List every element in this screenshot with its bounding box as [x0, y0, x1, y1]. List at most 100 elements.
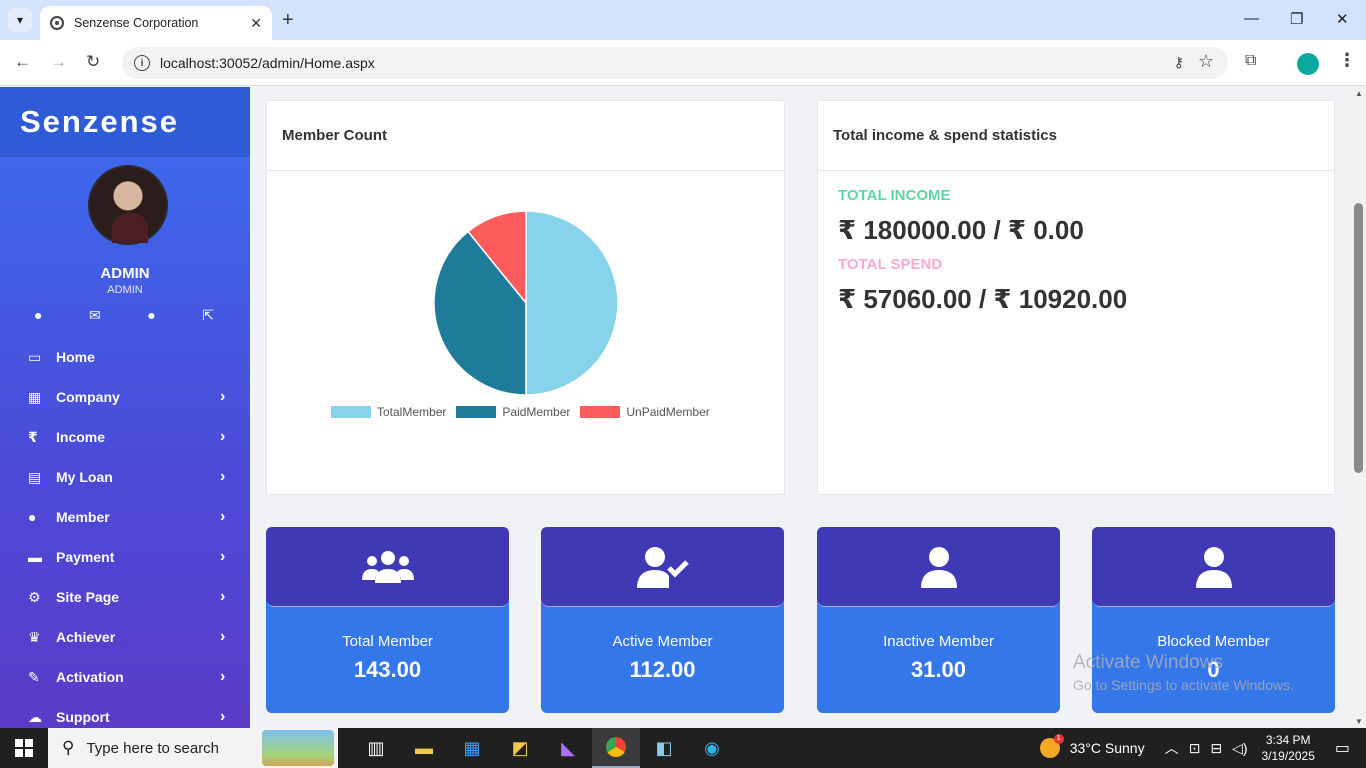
site-info-icon[interactable]: i — [134, 55, 150, 71]
chart-legend: TotalMember PaidMember UnPaidMember — [331, 405, 720, 419]
chevron-up-icon[interactable]: ︿ — [1165, 738, 1179, 758]
sidebar-item-income[interactable]: ₹ Income › — [0, 417, 250, 457]
sidebar-item-support[interactable]: ☁ Support › — [0, 697, 250, 728]
url-text[interactable]: localhost:30052/admin/Home.aspx — [160, 55, 375, 71]
sidebar-item-label: Home — [56, 349, 95, 365]
sidebar-item-company[interactable]: ▦ Company › — [0, 377, 250, 417]
weather-widget[interactable]: 33°C Sunny — [1039, 734, 1145, 758]
sidebar-item-achiever[interactable]: ♛ Achiever › — [0, 617, 250, 657]
restore-icon[interactable]: ❐ — [1290, 10, 1303, 28]
pie-slice-totalmember[interactable] — [525, 210, 619, 396]
stat-value: 143.00 — [353, 657, 422, 682]
stat-icon-area — [1092, 527, 1335, 607]
search-placeholder: Type here to search — [86, 739, 220, 757]
building-icon: ▦ — [28, 388, 42, 405]
notification-icon[interactable]: ▭ — [1335, 738, 1350, 758]
close-tab-icon[interactable]: ✕ — [250, 15, 262, 32]
visual-studio-icon[interactable]: ◣ — [544, 728, 592, 768]
logout-share-icon[interactable]: ⇱ — [202, 307, 214, 324]
user-role: ADMIN — [107, 284, 143, 296]
reload-icon[interactable]: ↻ — [86, 52, 100, 72]
browser-menu-icon[interactable]: ⋮ — [1338, 50, 1356, 71]
crown-icon: ♛ — [28, 628, 41, 645]
minimize-icon[interactable]: — — [1244, 10, 1259, 27]
sidebar-item-label: Support — [56, 709, 110, 725]
weather-text: 33°C Sunny — [1069, 740, 1145, 756]
sidebar: Senzense ADMIN ADMIN ● ✉ ● ⇱ ▭ Home ▦ Comp… — [0, 87, 250, 728]
file-explorer-icon[interactable]: ▬ — [400, 728, 448, 768]
brand-header[interactable]: Senzense — [0, 87, 250, 157]
stat-card-inactive-member[interactable]: Inactive Member 31.00 — [817, 527, 1060, 713]
forward-icon[interactable]: → — [50, 52, 67, 72]
profile-avatar[interactable] — [1297, 53, 1319, 75]
comments-icon: ☁ — [28, 708, 42, 725]
sidebar-item-label: Site Page — [56, 589, 120, 605]
stat-icon-area — [541, 527, 784, 607]
total-income-value: ₹ 180000.00 / ₹ 0.00 — [838, 215, 1084, 245]
rupee-icon: ₹ — [28, 428, 38, 445]
stat-value: 112.00 — [629, 657, 696, 682]
omnibox[interactable]: i localhost:30052/admin/Home.aspx ⚷ ☆ — [122, 47, 1228, 79]
stat-card-total-member[interactable]: Total Member 143.00 — [266, 527, 509, 713]
legend-item-unpaid[interactable]: UnPaidMember — [580, 405, 710, 419]
address-bar-row: ← → ↻ i localhost:30052/admin/Home.aspx … — [0, 40, 1366, 86]
sidebar-item-label: Payment — [56, 549, 115, 565]
stat-card-active-member[interactable]: Active Member 112.00 — [541, 527, 784, 713]
legend-swatch — [456, 406, 497, 418]
new-tab-button[interactable]: + — [282, 8, 294, 32]
stat-icon-area — [266, 527, 509, 607]
windows-logo-icon — [15, 739, 33, 757]
sidebar-item-member[interactable]: ● Member › — [0, 497, 250, 537]
back-icon[interactable]: ← — [14, 52, 31, 72]
clock[interactable]: 3:34 PM 3/19/2025 — [1261, 732, 1314, 764]
user-icon — [1195, 546, 1232, 588]
task-view-icon[interactable]: ▥ — [352, 728, 400, 768]
tab-search-button[interactable]: ▾ — [8, 8, 32, 32]
sidebar-item-site-page[interactable]: ⚙ Site Page › — [0, 577, 250, 617]
taskbar-apps: ▥ ▬ ▦ ◩ ◣ ◧ ◉ — [352, 728, 736, 768]
network-icon[interactable]: ⊟ — [1210, 740, 1222, 757]
user-edit-icon: ✎ — [28, 668, 40, 685]
store-icon[interactable]: ▦ — [448, 728, 496, 768]
edge-icon[interactable]: ◉ — [688, 728, 736, 768]
legend-item-paid[interactable]: PaidMember — [456, 405, 570, 419]
scrollbar-thumb[interactable] — [1354, 203, 1363, 473]
extensions-icon[interactable]: ⧉ — [1245, 52, 1256, 70]
device-icon[interactable]: ⊡ — [1189, 740, 1201, 757]
bookmark-star-icon[interactable]: ☆ — [1198, 51, 1214, 72]
scroll-down-icon[interactable]: ▼ — [1355, 717, 1363, 726]
user-icon: ● — [28, 509, 37, 525]
sidebar-item-my-loan[interactable]: ▤ My Loan › — [0, 457, 250, 497]
browser-tab[interactable]: Senzense Corporation ✕ — [40, 6, 272, 40]
sidebar-item-label: Income — [56, 429, 106, 445]
chat-icon[interactable]: ● — [147, 307, 155, 324]
stat-label: Active Member — [612, 633, 713, 650]
users-icon — [361, 550, 414, 583]
profile-icon[interactable]: ● — [34, 307, 42, 324]
password-key-icon[interactable]: ⚷ — [1174, 54, 1184, 71]
sidebar-menu: ▭ Home ▦ Company › ₹ Income › ▤ My Loan › ● Memb… — [0, 337, 250, 728]
wallet-icon: ▤ — [28, 468, 42, 485]
member-pie-chart — [433, 210, 619, 396]
envelope-icon[interactable]: ✉ — [89, 307, 101, 324]
legend-item-total[interactable]: TotalMember — [331, 405, 446, 419]
sidebar-item-activation[interactable]: ✎ Activation › — [0, 657, 250, 697]
monitor-icon: ▭ — [28, 348, 42, 365]
volume-icon[interactable]: ◁) — [1232, 740, 1247, 757]
page-scrollbar[interactable]: ▲ ▼ — [1352, 87, 1366, 728]
sidebar-item-payment[interactable]: ▬ Payment › — [0, 537, 250, 577]
close-window-icon[interactable]: ✕ — [1336, 10, 1349, 28]
sidebar-item-home[interactable]: ▭ Home — [0, 337, 250, 377]
taskbar-search[interactable]: ⚲ Type here to search — [48, 728, 338, 768]
income-stats-card: Total income & spend statistics TOTAL IN… — [817, 100, 1335, 495]
notepad-icon[interactable]: ◧ — [640, 728, 688, 768]
user-name: ADMIN — [100, 265, 150, 282]
scroll-up-icon[interactable]: ▲ — [1355, 89, 1363, 98]
app-icon[interactable]: ◩ — [496, 728, 544, 768]
brand-name: Senzense — [20, 104, 180, 139]
chrome-icon[interactable] — [592, 728, 640, 768]
legend-swatch — [580, 406, 621, 418]
total-income-label: TOTAL INCOME — [838, 187, 951, 204]
start-button[interactable] — [0, 739, 48, 757]
chevron-right-icon: › — [220, 668, 226, 685]
